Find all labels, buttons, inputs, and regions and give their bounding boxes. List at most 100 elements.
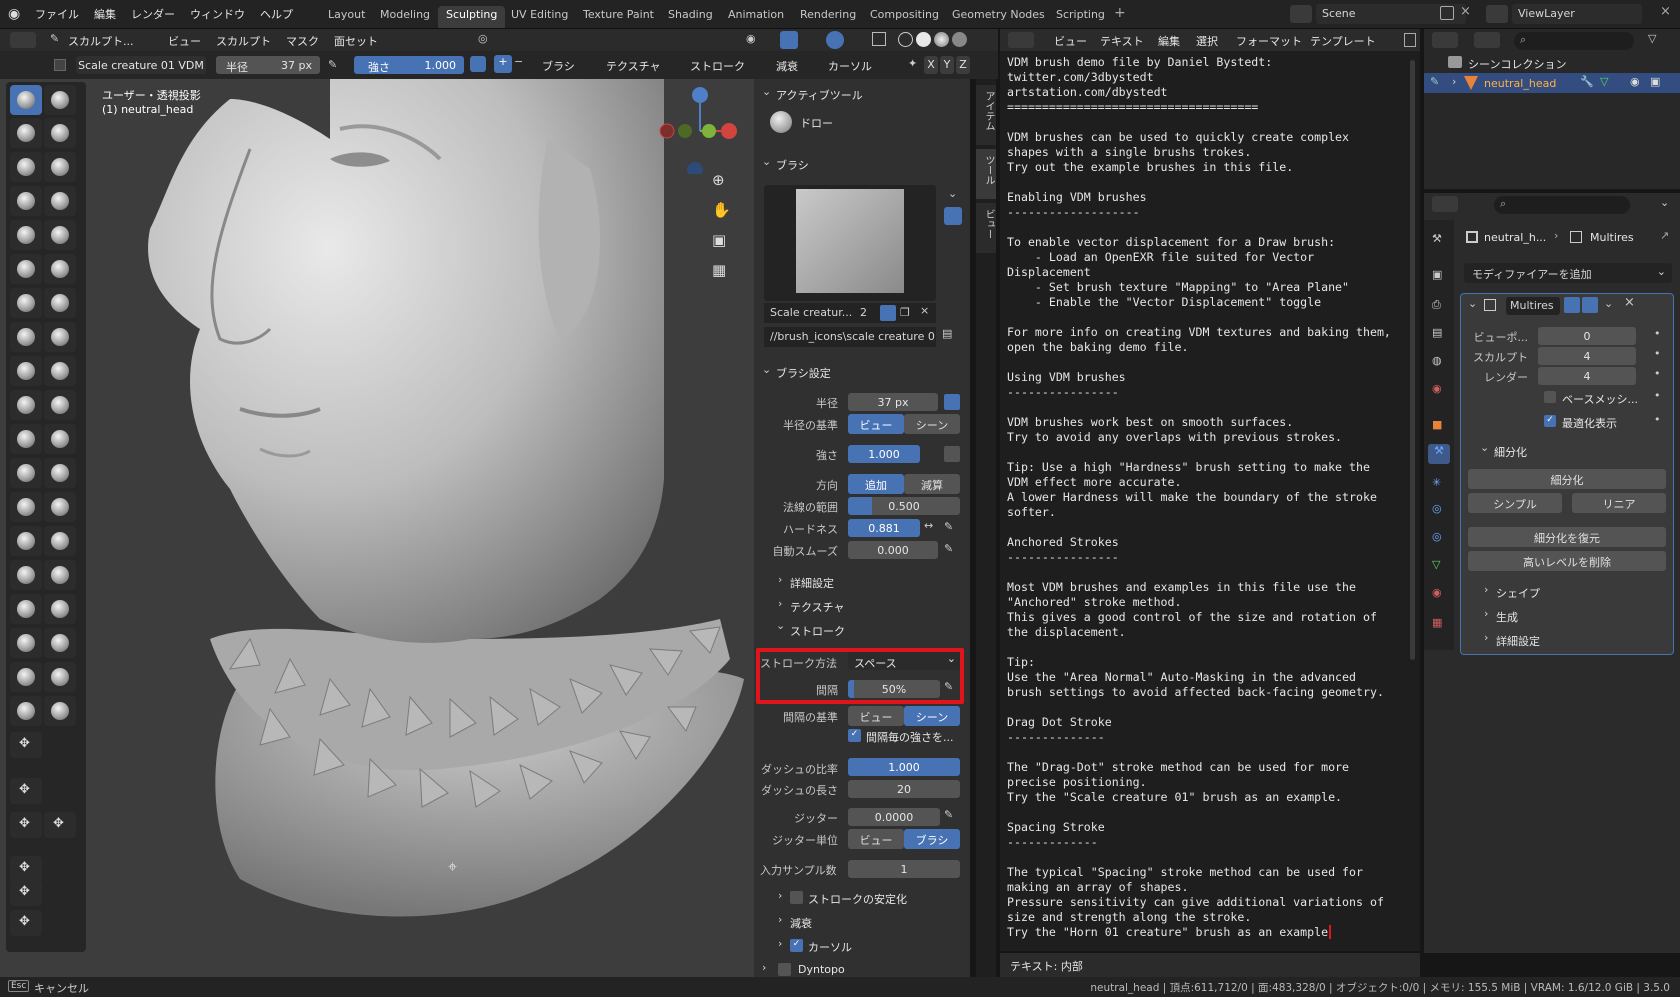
dash-ratio-field[interactable]: 1.000	[848, 758, 960, 776]
text-menu-view[interactable]: ビュー	[1054, 33, 1087, 49]
cursor-checkbox[interactable]: ✓	[790, 939, 803, 952]
text-menu-templates[interactable]: テンプレート	[1310, 33, 1376, 49]
brush-name-field[interactable]: Scale creature 01 VDM	[76, 56, 206, 74]
text-menu-text[interactable]: テキスト	[1100, 33, 1144, 49]
advanced-header[interactable]: 詳細設定	[790, 575, 834, 591]
levels-viewport-field[interactable]: 0	[1538, 327, 1636, 345]
measure-icon[interactable]: ✥	[10, 880, 42, 906]
stabilize-checkbox[interactable]	[790, 891, 803, 904]
scene-collection-label[interactable]: シーンコレクション	[1468, 56, 1566, 72]
tab-uv-editing[interactable]: UV Editing	[503, 6, 576, 28]
pressure-icon[interactable]	[944, 446, 960, 462]
tool-fill-icon[interactable]	[44, 254, 76, 284]
tool-crease-icon[interactable]	[10, 220, 42, 250]
rendered-shading-icon[interactable]	[952, 32, 967, 47]
texture-tab-icon[interactable]: ▦	[1432, 616, 1442, 629]
menu-mask[interactable]: マスク	[286, 33, 319, 49]
spacing-base-view[interactable]: ビュー	[848, 706, 904, 726]
jitter-unit-view[interactable]: ビュー	[848, 829, 904, 849]
symmetry-x-button[interactable]: X	[924, 56, 938, 74]
falloff-header[interactable]: 減衰	[790, 915, 812, 931]
tab-tool[interactable]: ツール	[976, 149, 996, 199]
camera-view-icon[interactable]: ▣	[712, 231, 734, 253]
pan-hand-icon[interactable]: ✋	[712, 201, 734, 223]
mode-icon[interactable]: ✎	[50, 32, 59, 45]
tab-shading[interactable]: Shading	[660, 6, 721, 28]
brush-preview[interactable]	[764, 185, 936, 301]
chevron-right-icon[interactable]: ›	[1484, 631, 1488, 644]
dyntopo-header[interactable]: Dyntopo	[798, 963, 845, 976]
tool-inflate-icon[interactable]	[10, 186, 42, 216]
particles-tab-icon[interactable]: ✳	[1432, 476, 1441, 489]
tab-item[interactable]: アイテム	[976, 85, 996, 145]
tool-scrape-icon[interactable]	[10, 288, 42, 318]
radius-field[interactable]: 37 px	[848, 393, 938, 411]
tab-sculpting[interactable]: Sculpting	[438, 6, 506, 28]
tool-snake-hook-icon[interactable]	[44, 356, 76, 386]
overlay-icon[interactable]	[826, 31, 844, 49]
text-editor-scrollbar[interactable]	[1410, 60, 1415, 660]
brush-color-icon[interactable]	[54, 59, 66, 71]
tab-layout[interactable]: Layout	[320, 6, 373, 28]
chevron-right-icon[interactable]: ›	[778, 889, 782, 902]
tool-box-mask-icon[interactable]	[10, 628, 42, 658]
cursor-header[interactable]: カーソル	[808, 939, 852, 955]
chevron-right-icon[interactable]: ›	[778, 937, 782, 950]
tool-rotate-icon[interactable]	[44, 424, 76, 454]
menu-file[interactable]: ファイル	[35, 6, 79, 22]
tool-paint-icon[interactable]	[10, 594, 42, 624]
tool-blob-icon[interactable]	[44, 186, 76, 216]
base-mesh-checkbox[interactable]	[1544, 391, 1556, 403]
tool-pinch-icon[interactable]	[10, 322, 42, 352]
menu-edit[interactable]: 編集	[94, 6, 116, 22]
pressure-icon[interactable]: ✎	[944, 680, 953, 693]
gizmo-icon[interactable]	[780, 31, 798, 49]
subdivide-button[interactable]: 細分化	[1468, 469, 1666, 489]
physics-tab-icon[interactable]: ◎	[1432, 502, 1442, 515]
tool-grab-icon[interactable]	[44, 322, 76, 352]
new-scene-icon[interactable]	[1440, 6, 1454, 20]
3d-viewport[interactable]: ユーザー・透視投影 (1) neutral_head ⊕ ✋ ▣ ▦ ⌖	[0, 79, 754, 979]
chevron-down-icon[interactable]: ⌄	[1660, 196, 1669, 209]
properties-search[interactable]: ⌕	[1494, 196, 1630, 214]
active-tool-header[interactable]: アクティブツール	[776, 87, 863, 103]
breadcrumb-object[interactable]: neutral_h...	[1484, 231, 1546, 244]
keyframe-dot-icon[interactable]: •	[1654, 413, 1661, 426]
sculpt-mode-icon[interactable]: ✎	[1430, 75, 1439, 88]
tool-simplify-icon[interactable]	[44, 492, 76, 522]
tool-multires-displace-smear-icon[interactable]	[44, 560, 76, 590]
tool-multires-displace-eraser-icon[interactable]	[10, 560, 42, 590]
tool-draw-icon[interactable]	[10, 85, 42, 115]
sculpt-levels-field[interactable]: 4	[1538, 347, 1636, 365]
duplicate-icon[interactable]: ❐	[900, 306, 910, 319]
solid-shading-icon[interactable]	[916, 32, 931, 47]
linear-button[interactable]: リニア	[1572, 493, 1666, 513]
view-layer-tab-icon[interactable]: ▤	[1432, 326, 1442, 339]
visibility-eye-icon[interactable]: ◉	[1630, 75, 1640, 88]
brush-dropdown[interactable]: ブラシ	[542, 58, 575, 74]
brush-header[interactable]: ブラシ	[776, 157, 809, 173]
normal-radius-field[interactable]: 0.500	[848, 497, 960, 515]
menu-sculpt[interactable]: スカルプト	[216, 33, 271, 49]
close-icon[interactable]: ×	[920, 304, 929, 317]
tab-rendering[interactable]: Rendering	[792, 6, 864, 28]
tab-view[interactable]: ビュー	[976, 203, 996, 253]
chevron-right-icon[interactable]: ›	[778, 913, 782, 926]
cursor-dropdown[interactable]: カーソル	[828, 58, 872, 74]
pressure-icon[interactable]	[944, 394, 960, 410]
tool-box-trim-icon[interactable]	[10, 696, 42, 726]
tool-box-hide-icon[interactable]	[10, 662, 42, 692]
transform-icon[interactable]: ✥	[10, 732, 42, 758]
tool-clay-icon[interactable]	[10, 118, 42, 148]
3d-cursor-icon[interactable]: ⌖	[448, 857, 457, 877]
autosmooth-field[interactable]: 0.000	[848, 541, 938, 559]
chevron-right-icon[interactable]: ›	[778, 597, 782, 610]
spacing-base-scene[interactable]: シーン	[904, 706, 960, 726]
strength-field[interactable]: 1.000	[848, 445, 920, 463]
pressure-icon[interactable]: ✎	[944, 520, 953, 533]
brush-slot[interactable]: Scale creatur... 2 ❐ ×	[764, 303, 936, 323]
jitter-field[interactable]: 0.0000	[848, 808, 940, 826]
xray-icon[interactable]	[872, 32, 886, 46]
ortho-grid-icon[interactable]: ▦	[712, 261, 734, 283]
keyframe-dot-icon[interactable]: •	[1654, 327, 1661, 340]
